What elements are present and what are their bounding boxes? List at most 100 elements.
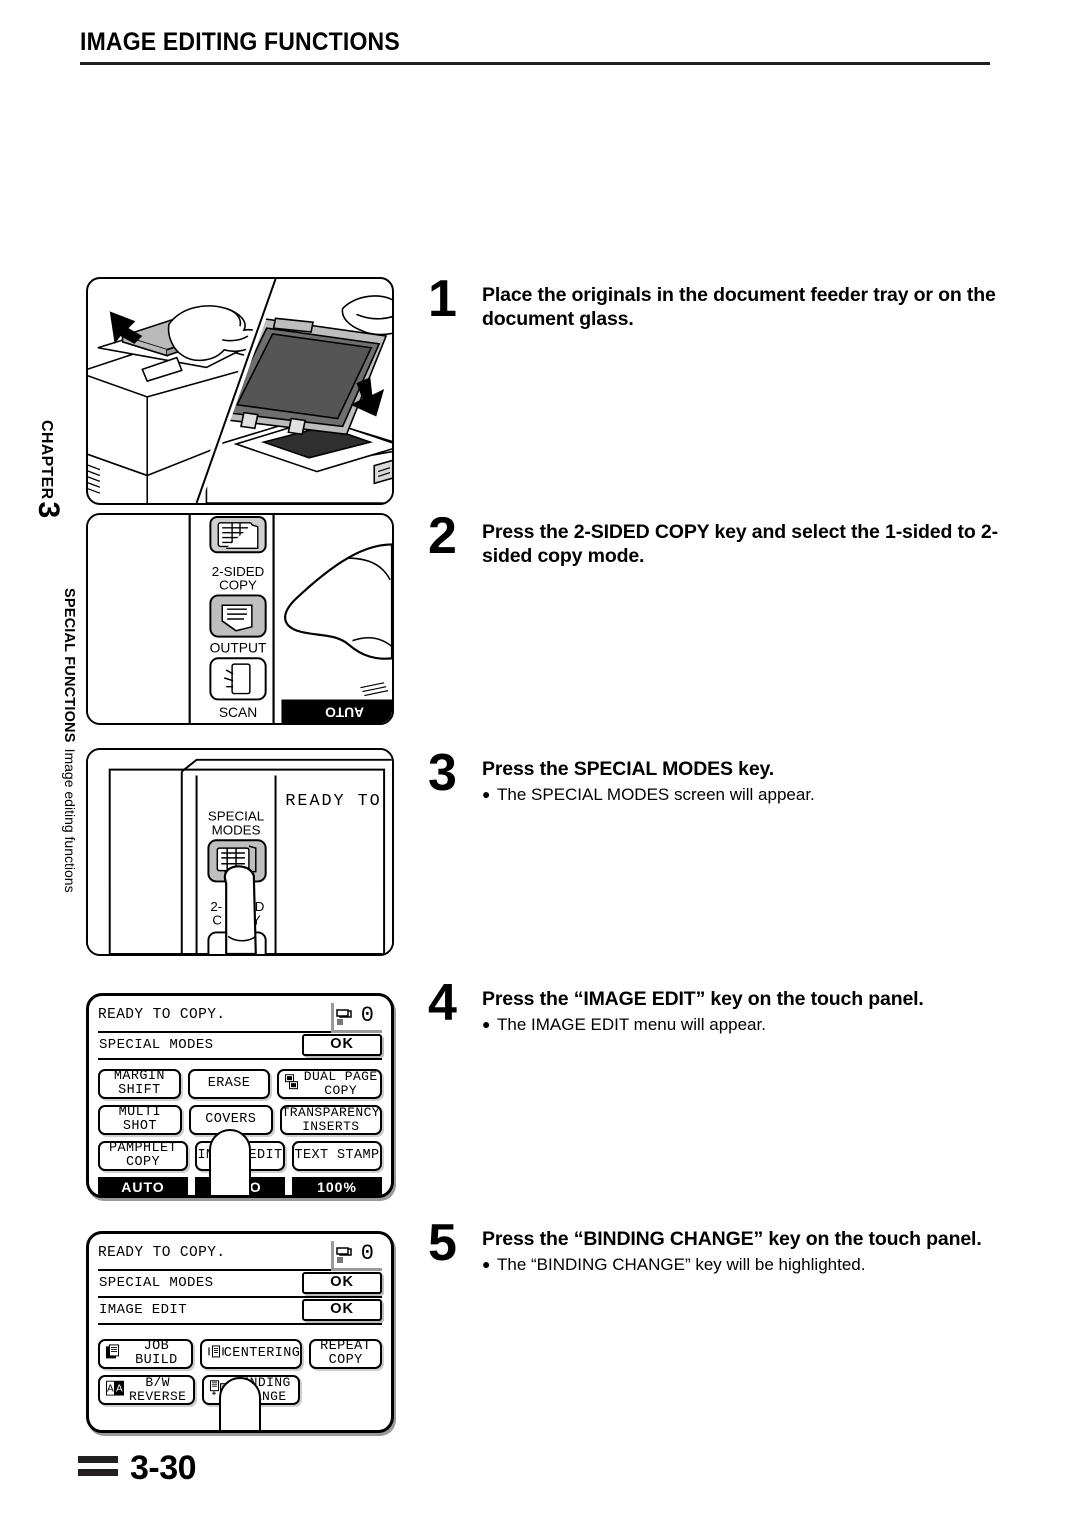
key-row: MULTI SHOT COVERS TRANSPARENCY INSERTS xyxy=(98,1105,383,1135)
status-row: READY TO COPY. 0 xyxy=(98,1003,382,1033)
step-4-bullets: ● The IMAGE EDIT menu will appear. xyxy=(482,1014,924,1036)
key-erase[interactable]: ERASE xyxy=(187,1069,271,1099)
dual-page-icon xyxy=(285,1074,302,1094)
key-text-stamp[interactable]: TEXT STAMP xyxy=(292,1141,382,1171)
key-label-2sided-copy-line2: COPY xyxy=(219,578,257,593)
key-dual-page-copy-label: DUAL PAGE COPY xyxy=(303,1069,378,1098)
key-label-special-modes-line1: SPECIAL xyxy=(208,809,264,824)
step-5-title: Press the “BINDING CHANGE” key on the to… xyxy=(482,1228,982,1250)
status-message: READY TO COPY. xyxy=(98,1245,226,1261)
submenu-title-row: IMAGE EDIT OK xyxy=(98,1298,382,1325)
copy-count-value: 0 xyxy=(360,1241,374,1266)
key-job-build[interactable]: JOB BUILD xyxy=(98,1339,193,1369)
touch-panel-special-modes[interactable]: READY TO COPY. 0 SPECIAL MODES OK MARGIN… xyxy=(86,993,394,1198)
step-4-bullet-text: The IMAGE EDIT menu will appear. xyxy=(497,1015,766,1035)
page-header: IMAGE EDITING FUNCTIONS xyxy=(80,28,990,57)
paper-stack-icon xyxy=(336,1008,352,1025)
centering-icon xyxy=(208,1343,224,1364)
illustration-special-modes-key: READY TO C SPECIAL MODES 2- ED C Y xyxy=(86,748,394,956)
key-margin-shift[interactable]: MARGIN SHIFT xyxy=(98,1069,181,1099)
page-number: 3-30 xyxy=(130,1449,197,1487)
step-4-bullet: ● The IMAGE EDIT menu will appear. xyxy=(482,1014,924,1036)
submenu-title: IMAGE EDIT xyxy=(99,1302,188,1318)
key-job-build-label: JOB BUILD xyxy=(135,1338,178,1368)
ok-button[interactable]: OK xyxy=(302,1271,382,1295)
step-2: 2 Press the 2-SIDED COPY key and select … xyxy=(428,507,1003,569)
illustration-document-placement xyxy=(86,277,394,505)
step-3-title: Press the SPECIAL MODES key. xyxy=(482,758,775,780)
section-title: SPECIAL FUNCTIONS xyxy=(61,588,77,743)
bw-reverse-icon: A A xyxy=(106,1380,124,1400)
touch-panel-image-edit[interactable]: READY TO COPY. 0 SPECIAL MODES OK IMAGE … xyxy=(86,1231,394,1433)
key-centering-label: CENTERING xyxy=(223,1345,301,1361)
ok-button[interactable]: OK xyxy=(302,1033,382,1057)
key-centering[interactable]: CENTERING xyxy=(199,1339,303,1369)
chapter-label: CHAPTER xyxy=(38,420,55,500)
status-message: READY TO COPY. xyxy=(98,1007,226,1023)
key-label-2sided-partial-line2: C xyxy=(212,913,222,928)
copy-count-value: 0 xyxy=(360,1003,374,1028)
operation-panel-svg: 2-SIDED COPY OUTPUT SCAN AUTO xyxy=(88,515,392,723)
display-text-ready: READY TO C xyxy=(285,792,392,811)
section-subtitle: Image editing functions xyxy=(62,748,78,893)
page-footer: 3-30 xyxy=(78,1449,197,1488)
status-row: READY TO COPY. 0 xyxy=(98,1241,382,1271)
key-label-special-modes-line2: MODES xyxy=(212,822,261,837)
menu-title-row: SPECIAL MODES OK xyxy=(98,1271,382,1298)
copy-count-area: 0 xyxy=(330,1003,382,1033)
key-label-scan: SCAN xyxy=(219,705,257,720)
key-label-output: OUTPUT xyxy=(210,640,267,655)
bullet-dot-icon: ● xyxy=(482,1256,491,1273)
footer-bar-marker xyxy=(78,1455,118,1482)
menu-title: SPECIAL MODES xyxy=(99,1037,214,1053)
copy-count-area: 0 xyxy=(330,1241,382,1271)
step-4: 4 Press the “IMAGE EDIT” key on the touc… xyxy=(428,974,1003,1036)
step-5-bullet: ● The “BINDING CHANGE” key will be highl… xyxy=(482,1254,982,1276)
step-4-title: Press the “IMAGE EDIT” key on the touch … xyxy=(482,988,924,1010)
key-repeat-copy[interactable]: REPEAT COPY xyxy=(309,1339,383,1369)
manual-page: IMAGE EDITING FUNCTIONS CHAPTER 3 SPECIA… xyxy=(0,0,1080,1528)
section-tab: SPECIAL FUNCTIONS Image editing function… xyxy=(42,588,78,1108)
step-1-number: 1 xyxy=(428,270,457,328)
bullet-dot-icon: ● xyxy=(482,1016,491,1033)
bullet-dot-icon: ● xyxy=(482,786,491,803)
svg-text:A: A xyxy=(116,1384,123,1395)
key-transparency-inserts[interactable]: TRANSPARENCY INSERTS xyxy=(279,1105,383,1135)
chapter-number: 3 xyxy=(32,501,65,519)
key-row: MARGIN SHIFT ERASE DUAL PAGE COPY xyxy=(98,1069,383,1099)
step-1-title: Place the originals in the document feed… xyxy=(482,284,996,331)
key-bw-reverse[interactable]: A A B/W REVERSE xyxy=(98,1375,196,1405)
step-3-bullet: ● The SPECIAL MODES screen will appear. xyxy=(482,784,815,806)
finger-pointer xyxy=(219,1377,261,1430)
step-4-number: 4 xyxy=(428,974,457,1032)
step-2-title: Press the 2-SIDED COPY key and select th… xyxy=(482,521,998,568)
key-bw-reverse-label: B/W REVERSE xyxy=(128,1375,187,1404)
illustration-2sided-copy-key: 2-SIDED COPY OUTPUT SCAN AUTO xyxy=(86,513,394,725)
operation-panel-svg-2: READY TO C SPECIAL MODES 2- ED C Y xyxy=(88,750,392,954)
svg-text:A: A xyxy=(107,1384,114,1395)
setting-copy-ratio-value: 100% xyxy=(292,1177,382,1195)
setting-exposure-value: AUTO xyxy=(98,1177,188,1195)
key-pamphlet-copy[interactable]: PAMPHLET COPY xyxy=(98,1141,188,1171)
job-build-icon xyxy=(106,1343,122,1364)
step-5-bullets: ● The “BINDING CHANGE” key will be highl… xyxy=(482,1254,982,1276)
key-label-2sided-copy-line1: 2-SIDED xyxy=(212,564,264,579)
key-row: JOB BUILD CENTERING REPEAT COPY xyxy=(98,1339,383,1369)
step-5-number: 5 xyxy=(428,1214,457,1272)
step-3-number: 3 xyxy=(428,744,457,802)
setting-exposure[interactable]: AUTO EXPOSURE xyxy=(98,1177,188,1195)
setting-copy-ratio[interactable]: 100% COPY RATIO xyxy=(292,1177,382,1195)
step-3-bullets: ● The SPECIAL MODES screen will appear. xyxy=(482,784,815,806)
ok-button-2[interactable]: OK xyxy=(302,1298,382,1322)
step-5: 5 Press the “BINDING CHANGE” key on the … xyxy=(428,1214,1008,1276)
step-1: 1 Place the originals in the document fe… xyxy=(428,270,1003,332)
menu-title: SPECIAL MODES xyxy=(99,1275,214,1291)
copier-illustration-svg xyxy=(88,279,392,503)
finger-pointer xyxy=(209,1129,251,1195)
step-2-number: 2 xyxy=(428,507,457,565)
key-dual-page-copy[interactable]: DUAL PAGE COPY xyxy=(277,1069,383,1099)
header-rule xyxy=(80,62,990,65)
key-multi-shot[interactable]: MULTI SHOT xyxy=(98,1105,182,1135)
key-label-2sided-partial-line1: 2- xyxy=(210,899,222,914)
step-3-bullet-text: The SPECIAL MODES screen will appear. xyxy=(497,785,815,805)
